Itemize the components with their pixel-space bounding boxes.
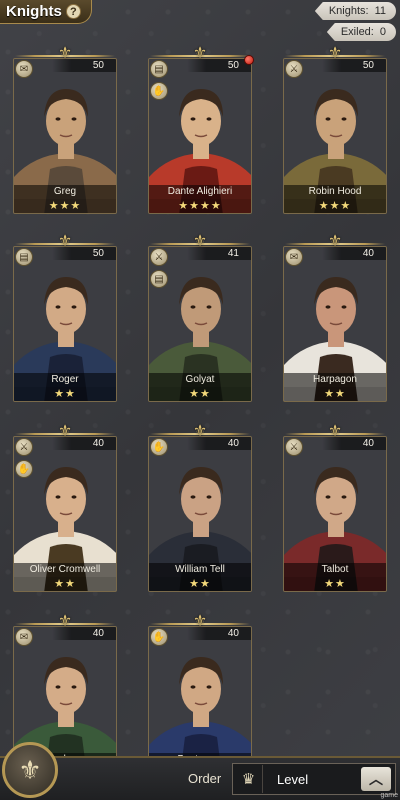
knight-card-oliver-cromwell[interactable]: ⚜ 40 Oliver Cromwell ★★ ⚔ ✋ bbox=[11, 424, 119, 594]
handshake-icon: ✋ bbox=[150, 438, 168, 456]
fleur-de-lis-icon: ⚜ bbox=[192, 45, 208, 62]
knight-name: Oliver Cromwell bbox=[14, 563, 116, 577]
star-rating: ★★ bbox=[14, 387, 116, 401]
knight-name: Golyat bbox=[149, 373, 251, 387]
star-rating: ★★ bbox=[149, 387, 251, 401]
knight-portrait: 41 Golyat ★★ bbox=[148, 246, 252, 402]
knight-card-roger[interactable]: ⚜ 50 Roger ★★ ▤ bbox=[11, 234, 119, 404]
knight-card-talbot[interactable]: ⚜ 40 Talbot ★★ ⚔ bbox=[281, 424, 389, 594]
fleur-de-lis-menu-button[interactable]: ⚜ bbox=[2, 742, 58, 798]
scroll-icon: ✉ bbox=[15, 60, 33, 78]
watermark: game bbox=[380, 792, 398, 799]
crossed-swords-icon: ⚔ bbox=[285, 60, 303, 78]
handshake-icon: ✋ bbox=[150, 82, 168, 100]
fleur-de-lis-icon: ⚜ bbox=[57, 45, 73, 62]
handshake-icon: ✋ bbox=[15, 460, 33, 478]
fleur-de-lis-icon: ⚜ bbox=[57, 613, 73, 630]
star-rating: ★★★ bbox=[14, 199, 116, 213]
knight-portrait: 50 Robin Hood ★★★ bbox=[283, 58, 387, 214]
knight-portrait: 40 Harpagon ★★ bbox=[283, 246, 387, 402]
fleur-de-lis-icon: ⚜ bbox=[327, 233, 343, 250]
crossed-swords-icon: ⚔ bbox=[285, 438, 303, 456]
fleur-de-lis-icon: ⚜ bbox=[327, 423, 343, 440]
exiled-counter-value: 0 bbox=[379, 26, 386, 38]
chevron-up-icon[interactable]: ︿ bbox=[361, 767, 391, 791]
knight-name: Roger bbox=[14, 373, 116, 387]
fleur-de-lis-icon: ⚜ bbox=[57, 423, 73, 440]
page-title: Knights bbox=[6, 3, 62, 20]
knight-name: Dante Alighieri bbox=[149, 185, 251, 199]
knight-card-golyat[interactable]: ⚜ 41 Golyat ★★ ⚔ ▤ bbox=[146, 234, 254, 404]
star-rating: ★★ bbox=[284, 577, 386, 591]
crossed-swords-icon: ⚔ bbox=[15, 438, 33, 456]
book-icon: ▤ bbox=[15, 248, 33, 266]
book-icon: ▤ bbox=[150, 270, 168, 288]
crossed-swords-icon: ⚔ bbox=[150, 248, 168, 266]
fleur-de-lis-icon: ⚜ bbox=[192, 233, 208, 250]
knight-card-greg[interactable]: ⚜ 50 Greg ★★★ ✉ bbox=[11, 46, 119, 216]
star-rating: ★★ bbox=[284, 387, 386, 401]
knight-name: Greg bbox=[14, 185, 116, 199]
handshake-icon: ✋ bbox=[150, 628, 168, 646]
knight-card-dante-alighieri[interactable]: ⚜ 50 Dante Alighieri ★★★★ ▤ ✋ bbox=[146, 46, 254, 216]
order-value: Level bbox=[277, 771, 309, 787]
notification-dot bbox=[244, 55, 254, 65]
fleur-de-lis-icon: ⚜ bbox=[192, 423, 208, 440]
knight-name: William Tell bbox=[149, 563, 251, 577]
star-rating: ★★ bbox=[149, 577, 251, 591]
knight-portrait: 50 Greg ★★★ bbox=[13, 58, 117, 214]
knight-name: Robin Hood bbox=[284, 185, 386, 199]
exiled-counter: Exiled: 0 bbox=[326, 23, 396, 41]
help-icon[interactable]: ? bbox=[65, 4, 81, 19]
title-plate: Knights ? bbox=[0, 0, 92, 24]
knight-card-robin-hood[interactable]: ⚜ 50 Robin Hood ★★★ ⚔ bbox=[281, 46, 389, 216]
knights-grid: ⚜ 50 Greg ★★★ ✉ ⚜ 50 Dante Alighieri ★★★… bbox=[0, 44, 400, 782]
knight-card-harpagon[interactable]: ⚜ 40 Harpagon ★★ ✉ bbox=[281, 234, 389, 404]
crown-icon: ♛ bbox=[235, 765, 263, 793]
knight-card-william-tell[interactable]: ⚜ 40 William Tell ★★ ✋ bbox=[146, 424, 254, 594]
knights-counter-label: Knights: bbox=[328, 5, 369, 17]
knight-name: Talbot bbox=[284, 563, 386, 577]
knight-name: Harpagon bbox=[284, 373, 386, 387]
knight-portrait: 40 William Tell ★★ bbox=[148, 436, 252, 592]
knight-portrait: 50 Roger ★★ bbox=[13, 246, 117, 402]
knight-portrait: 40 Talbot ★★ bbox=[283, 436, 387, 592]
knights-counter-value: 11 bbox=[374, 5, 386, 17]
star-rating: ★★★★ bbox=[149, 199, 251, 213]
star-rating: ★★ bbox=[14, 577, 116, 591]
scroll-icon: ✉ bbox=[15, 628, 33, 646]
order-label: Order bbox=[188, 771, 222, 786]
fleur-de-lis-icon: ⚜ bbox=[57, 233, 73, 250]
book-icon: ▤ bbox=[150, 60, 168, 78]
knights-counter: Knights: 11 bbox=[314, 2, 396, 20]
fleur-de-lis-icon: ⚜ bbox=[18, 754, 42, 785]
fleur-de-lis-icon: ⚜ bbox=[192, 613, 208, 630]
star-rating: ★★★ bbox=[284, 199, 386, 213]
knight-portrait: 50 Dante Alighieri ★★★★ bbox=[148, 58, 252, 214]
scroll-icon: ✉ bbox=[285, 248, 303, 266]
knight-portrait: 40 Oliver Cromwell ★★ bbox=[13, 436, 117, 592]
fleur-de-lis-icon: ⚜ bbox=[327, 45, 343, 62]
bottom-bar: Order ♛ Level ︿ game bbox=[0, 756, 400, 800]
header-bar: Knights ? Knights: 11 Exiled: 0 bbox=[0, 0, 400, 44]
order-dropdown[interactable]: ♛ Level ︿ bbox=[232, 763, 396, 795]
exiled-counter-label: Exiled: bbox=[340, 26, 374, 38]
